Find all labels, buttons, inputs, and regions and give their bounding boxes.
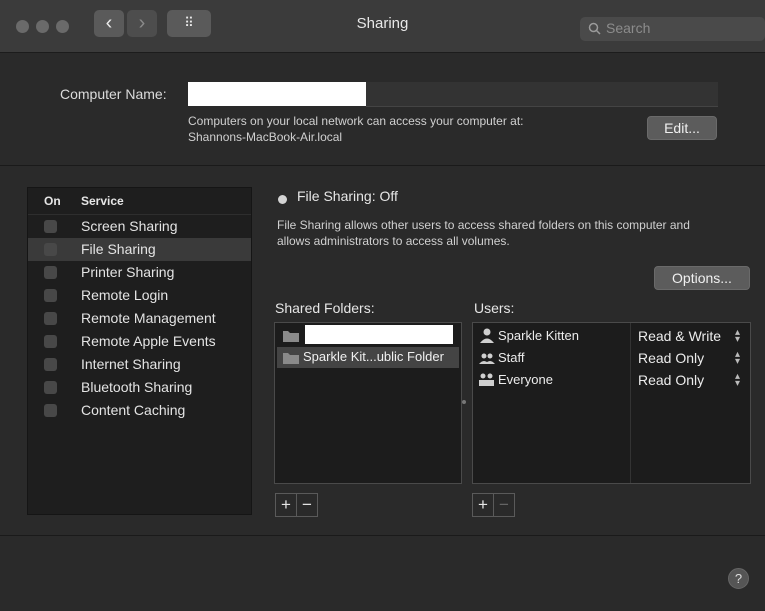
add-folder-button[interactable]: + [276,494,296,516]
service-label: Screen Sharing [81,218,178,234]
user-add-remove-control: + − [472,493,515,517]
on-column-header: On [44,194,61,208]
status-indicator [278,195,287,204]
options-button[interactable]: Options... [654,266,750,290]
service-row[interactable]: File Sharing [28,238,251,261]
description-line1: File Sharing allows other users to acces… [277,218,690,232]
single-user-icon [480,328,494,343]
computer-name-field-extension [366,82,718,107]
edit-button[interactable]: Edit... [647,116,717,140]
group-icon [479,353,495,364]
user-name: Sparkle Kitten [498,328,579,343]
service-label: File Sharing [81,241,156,257]
permission-popup[interactable]: Read & Write [638,328,721,344]
service-checkbox[interactable] [44,243,57,256]
service-checkbox[interactable] [44,266,57,279]
updown-chevron-icon[interactable]: ▴ ▾ [735,328,740,345]
updown-chevron-icon[interactable]: ▴ ▾ [735,372,740,389]
user-row[interactable]: Everyone Read Only ▴ ▾ [473,370,749,392]
shared-folder-name [305,325,453,344]
shared-folders-label: Shared Folders: [275,300,375,316]
shared-folder-row[interactable] [277,325,459,346]
service-list-header: On Service [28,188,251,215]
shared-folder-row[interactable]: Sparkle Kit...ublic Folder [277,347,459,368]
everyone-icon [479,373,494,386]
service-label: Remote Management [81,310,216,326]
search-placeholder: Search [606,20,651,36]
service-row[interactable]: Printer Sharing [28,261,251,284]
service-checkbox[interactable] [44,335,57,348]
folder-icon [283,353,299,364]
service-label: Printer Sharing [81,264,175,280]
service-label: Bluetooth Sharing [81,379,193,395]
file-sharing-status: File Sharing: Off [297,188,398,204]
updown-chevron-icon[interactable]: ▴ ▾ [735,350,740,367]
service-row[interactable]: Remote Management [28,307,251,330]
users-label: Users: [474,300,515,316]
add-user-button[interactable]: + [473,494,493,516]
service-label: Internet Sharing [81,356,181,372]
service-row[interactable]: Screen Sharing [28,215,251,238]
service-checkbox[interactable] [44,381,57,394]
shared-folders-list[interactable]: Sparkle Kit...ublic Folder [274,322,462,484]
file-sharing-description: File Sharing allows other users to acces… [277,217,690,249]
user-row[interactable]: Staff Read Only ▴ ▾ [473,348,749,370]
permission-popup[interactable]: Read Only [638,372,704,388]
user-name: Everyone [498,372,553,387]
user-name: Staff [498,350,525,365]
service-row[interactable]: Bluetooth Sharing [28,376,251,399]
local-hostname: Shannons-MacBook-Air.local [188,130,343,144]
service-row[interactable]: Content Caching [28,399,251,422]
folder-icon [283,331,299,342]
user-row[interactable]: Sparkle Kitten Read & Write ▴ ▾ [473,326,749,348]
help-button[interactable]: ? [728,568,749,589]
folder-add-remove-control: + − [275,493,318,517]
computer-name-label: Computer Name: [60,86,167,102]
search-input[interactable]: Search [580,17,765,41]
address-info: Computers on your local network can acce… [188,113,523,145]
service-checkbox[interactable] [44,289,57,302]
users-list[interactable]: Sparkle Kitten Read & Write ▴ ▾ Staff Read On… [472,322,751,484]
remove-folder-button[interactable]: − [296,494,317,516]
computer-name-field[interactable] [188,82,366,106]
service-row[interactable]: Remote Apple Events [28,330,251,353]
service-label: Remote Apple Events [81,333,216,349]
remove-user-button[interactable]: − [493,494,514,516]
description-line2: allows administrators to access all volu… [277,234,510,248]
title-bar: ‹ › ⠿ Sharing Search [0,0,765,53]
divider [0,165,765,166]
service-column-header: Service [81,194,124,208]
service-checkbox[interactable] [44,404,57,417]
service-row[interactable]: Internet Sharing [28,353,251,376]
service-checkbox[interactable] [44,358,57,371]
service-label: Content Caching [81,402,186,418]
split-view-divider-handle[interactable] [462,400,466,404]
service-checkbox[interactable] [44,220,57,233]
service-label: Remote Login [81,287,169,303]
service-list[interactable]: On Service Screen Sharing File Sharing Pri… [27,187,252,515]
service-row[interactable]: Remote Login [28,284,251,307]
search-icon [588,22,601,35]
permission-popup[interactable]: Read Only [638,350,704,366]
service-checkbox[interactable] [44,312,57,325]
shared-folder-name: Sparkle Kit...ublic Folder [303,349,444,364]
divider [0,535,765,536]
address-info-line1: Computers on your local network can acce… [188,114,524,128]
